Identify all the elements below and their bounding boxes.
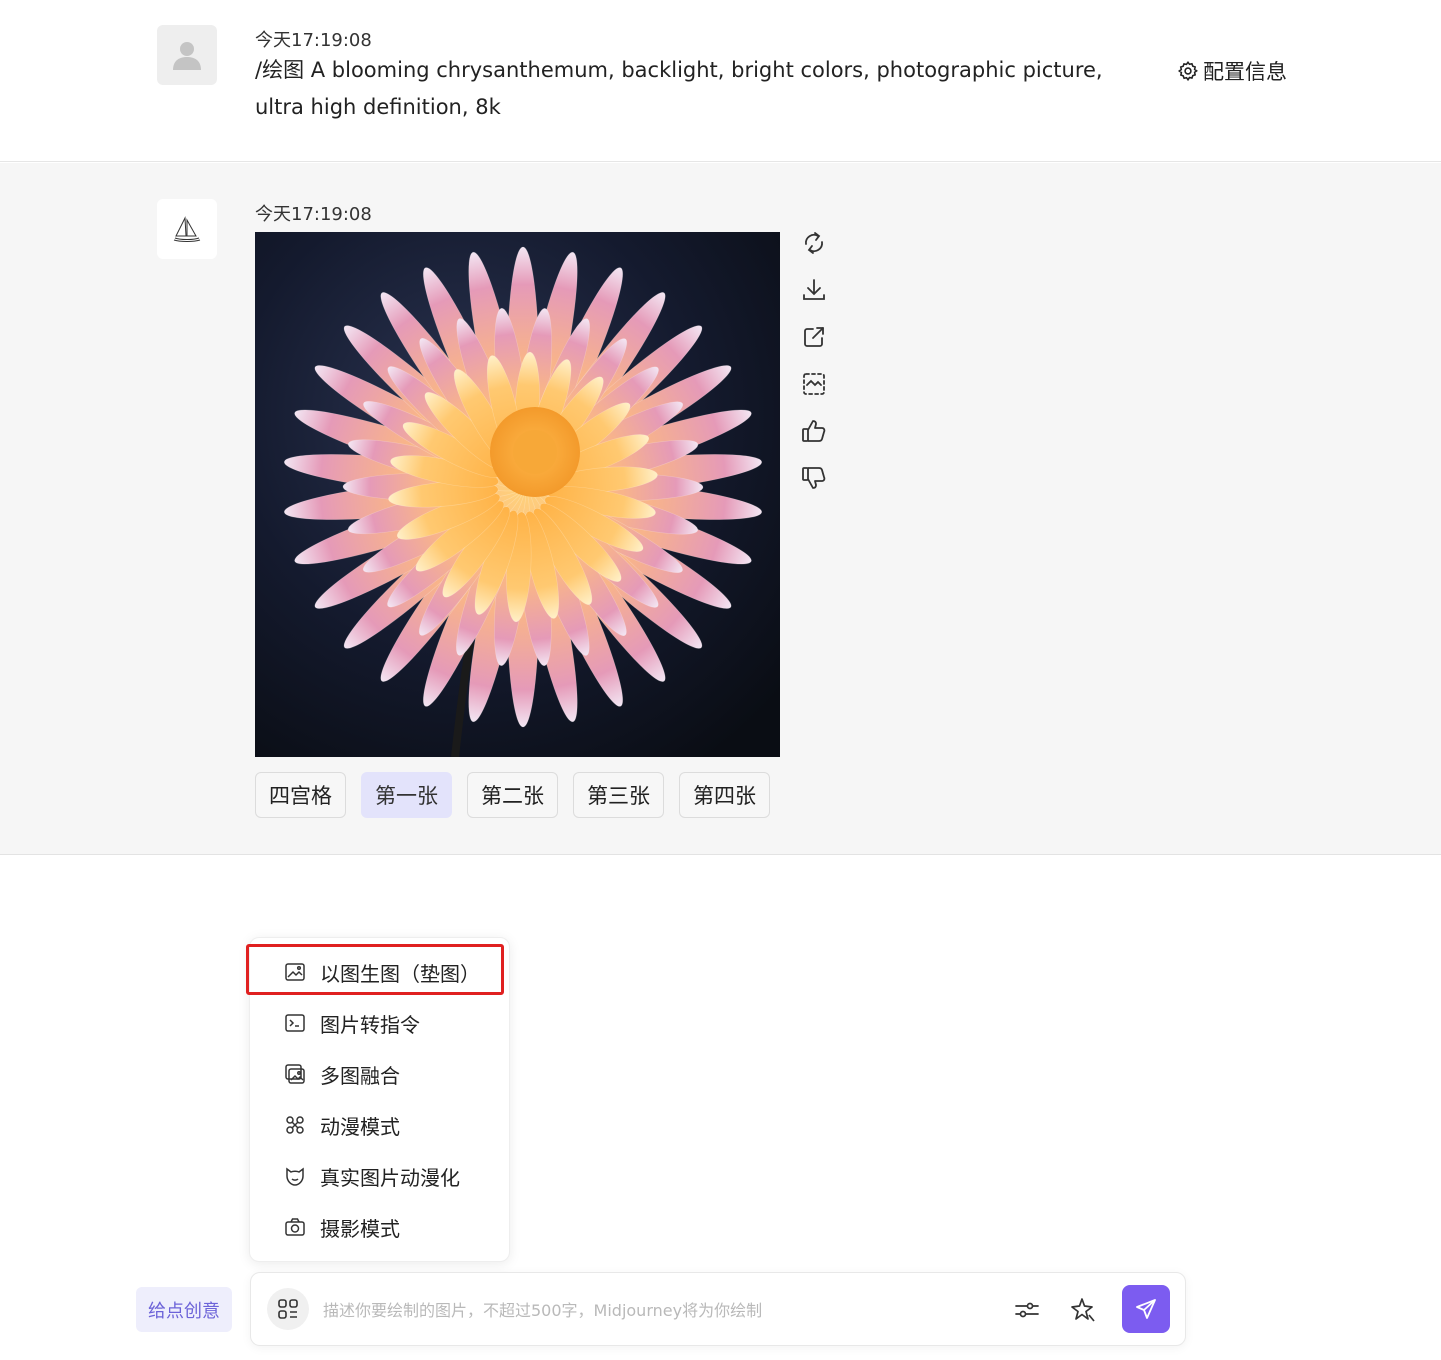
anime-icon (282, 1112, 308, 1138)
config-info-label: 配置信息 (1203, 60, 1287, 84)
bot-timestamp: 今天17:19:08 (255, 204, 372, 225)
menu-item-image-to-image[interactable]: 以图生图（垫图） (250, 947, 511, 997)
menu-item-anime-mode[interactable]: 动漫模式 (250, 1100, 511, 1150)
image-icon (282, 959, 308, 985)
menu-item-label: 以图生图（垫图） (320, 961, 480, 986)
prompt-input[interactable] (323, 1293, 983, 1327)
mode-menu: 以图生图（垫图） 图片转指令 多图融合 动漫模式 真实图片动漫化 摄影模式 (249, 937, 510, 1262)
image-detect-button[interactable] (798, 368, 830, 400)
variant-selector: 四宫格 第一张 第二张 第三张 第四张 (255, 772, 770, 818)
bot-message: 今天17:19:08 四宫格 第一张 第二张 第三张 第四张 (0, 163, 1441, 855)
sliders-icon (1015, 1302, 1039, 1318)
menu-item-photo-to-anime[interactable]: 真实图片动漫化 (250, 1151, 511, 1201)
variant-2-button[interactable]: 第二张 (467, 772, 558, 818)
chrysanthemum-image (255, 232, 780, 757)
generated-chrysanthemum-image[interactable] (255, 232, 780, 757)
menu-item-multi-image-blend[interactable]: 多图融合 (250, 1049, 511, 1099)
user-silhouette-icon (173, 42, 201, 70)
settings-button[interactable] (1010, 1293, 1044, 1327)
regenerate-button[interactable] (798, 227, 830, 259)
image-detect-icon (803, 373, 825, 395)
variant-4-button[interactable]: 第四张 (679, 772, 770, 818)
share-button[interactable] (798, 321, 830, 353)
download-button[interactable] (798, 274, 830, 306)
menu-item-label: 动漫模式 (320, 1114, 400, 1139)
give-idea-button[interactable]: 给点创意 (136, 1287, 232, 1332)
thumbs-up-icon (802, 420, 826, 442)
user-avatar (157, 25, 217, 85)
menu-item-label: 摄影模式 (320, 1216, 400, 1241)
composer-bar (250, 1272, 1186, 1346)
camera-icon (282, 1214, 308, 1240)
dislike-button[interactable] (798, 462, 830, 494)
images-icon (282, 1061, 308, 1087)
gear-icon (1177, 60, 1198, 82)
variant-grid-button[interactable]: 四宫格 (255, 772, 346, 818)
face-icon (282, 1163, 308, 1189)
menu-item-photography-mode[interactable]: 摄影模式 (250, 1202, 511, 1252)
like-button[interactable] (798, 415, 830, 447)
sailboat-logo-icon (173, 216, 201, 242)
download-icon (803, 279, 825, 300)
config-info-button[interactable]: 配置信息 (1177, 56, 1287, 86)
menu-item-label: 图片转指令 (320, 1012, 420, 1037)
menu-item-image-to-prompt[interactable]: 图片转指令 (250, 998, 511, 1048)
user-timestamp: 今天17:19:08 (255, 30, 372, 51)
terminal-icon (282, 1010, 308, 1036)
magic-star-icon (1071, 1298, 1095, 1322)
mode-menu-toggle[interactable] (267, 1288, 309, 1330)
image-actions (798, 227, 830, 509)
share-icon (804, 327, 824, 347)
thumbs-down-icon (802, 467, 826, 489)
menu-item-label: 多图融合 (320, 1063, 400, 1088)
variant-1-button[interactable]: 第一张 (361, 772, 452, 818)
send-icon (1136, 1299, 1156, 1319)
refresh-icon (805, 232, 823, 254)
magic-enhance-button[interactable] (1066, 1293, 1100, 1327)
send-button[interactable] (1122, 1285, 1170, 1333)
user-prompt-text: /绘图 A blooming chrysanthemum, backlight,… (255, 58, 1103, 119)
variant-3-button[interactable]: 第三张 (573, 772, 664, 818)
apps-grid-icon (278, 1299, 298, 1319)
menu-item-label: 真实图片动漫化 (320, 1165, 460, 1190)
midjourney-avatar (157, 199, 217, 259)
user-message: 今天17:19:08 /绘图 A blooming chrysanthemum,… (0, 0, 1441, 162)
